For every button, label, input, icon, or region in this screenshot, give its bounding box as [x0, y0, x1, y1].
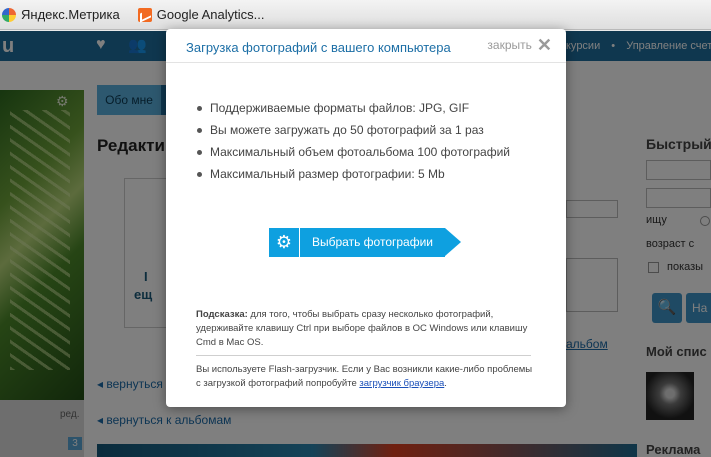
list-item: Максимальный объем фотоальбома 100 фотог… [194, 141, 510, 163]
bookmark-label: Яндекс.Метрика [21, 7, 120, 22]
dialog-title: Загрузка фотографий с вашего компьютера [186, 40, 451, 55]
bookmark-yandex-metrika[interactable]: Яндекс.Метрика [2, 7, 120, 22]
close-icon[interactable]: ✕ [537, 36, 552, 54]
choose-photos-button[interactable]: ⚙ Выбрать фотографии [269, 228, 461, 257]
close-button[interactable]: закрыть ✕ [487, 36, 552, 54]
dialog-header: Загрузка фотографий с вашего компьютера … [166, 29, 566, 63]
browser-uploader-link[interactable]: загрузчик браузера [359, 378, 444, 389]
arrow-shape[interactable] [445, 228, 461, 256]
list-item: Максимальный размер фотографии: 5 Mb [194, 163, 510, 185]
google-analytics-icon [137, 7, 152, 22]
flash-note: Вы используете Flash-загрузчик. Если у В… [196, 363, 536, 391]
list-item: Поддерживаемые форматы файлов: JPG, GIF [194, 97, 510, 119]
bookmark-label: Google Analytics... [156, 7, 265, 22]
bookmarks-bar: Яндекс.Метрика Google Analytics... [0, 0, 711, 30]
yandex-metrika-icon [2, 7, 16, 22]
divider [196, 355, 531, 356]
gears-icon[interactable]: ⚙ [269, 228, 300, 257]
upload-info-list: Поддерживаемые форматы файлов: JPG, GIF … [194, 97, 510, 185]
list-item: Вы можете загружать до 50 фотографий за … [194, 119, 510, 141]
flash-end: . [444, 378, 447, 389]
choose-photos-label[interactable]: Выбрать фотографии [300, 228, 445, 257]
upload-photos-dialog: Загрузка фотографий с вашего компьютера … [166, 29, 566, 407]
close-label[interactable]: закрыть [487, 38, 531, 52]
hint-label: Подсказка: [196, 309, 248, 320]
bookmark-google-analytics[interactable]: Google Analytics... [137, 7, 265, 22]
hint-text: Подсказка: для того, чтобы выбрать сразу… [196, 308, 536, 350]
